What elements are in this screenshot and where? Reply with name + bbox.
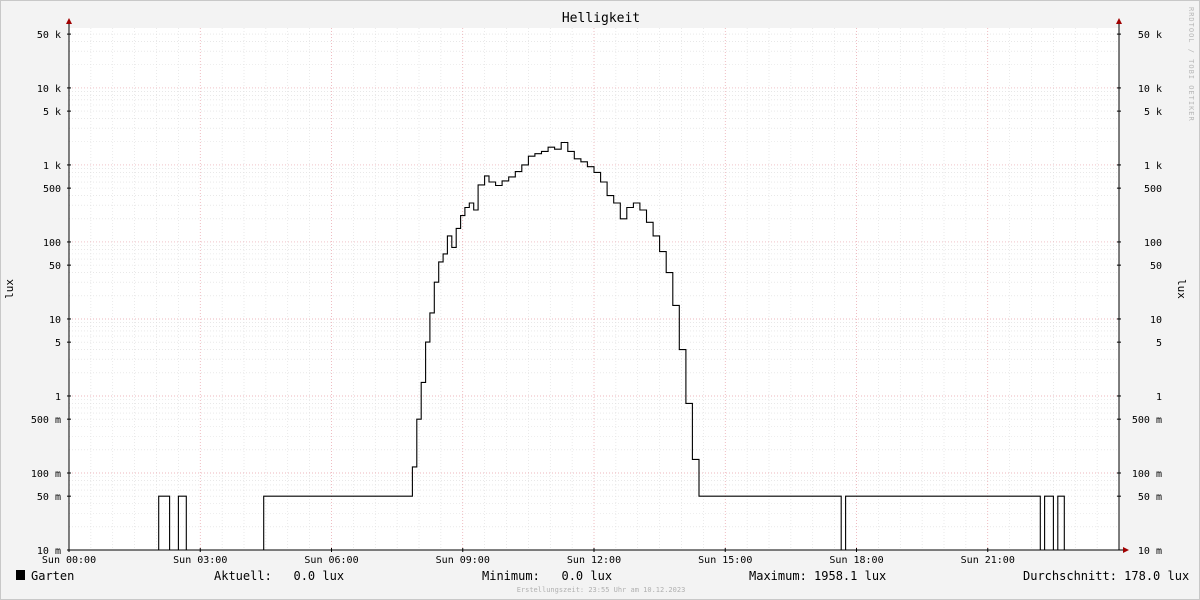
y-tick-label-right: 500 m bbox=[1132, 415, 1162, 426]
x-axis-arrow bbox=[1123, 547, 1129, 553]
creation-timestamp: Erstellungszeit: 23:55 Uhr am 10.12.2023 bbox=[516, 586, 686, 594]
y-tick-label-right: 50 m bbox=[1138, 492, 1162, 503]
y-tick-label-left: 50 k bbox=[37, 30, 61, 41]
x-tick-label: Sun 21:00 bbox=[961, 555, 1015, 566]
y-tick-label-right: 1 k bbox=[1144, 161, 1162, 172]
legend-swatch bbox=[16, 570, 25, 580]
x-tick-label: Sun 03:00 bbox=[173, 555, 227, 566]
y-tick-label-right: 100 m bbox=[1132, 469, 1162, 480]
y-tick-label-right: 500 bbox=[1144, 184, 1162, 195]
y-axis-arrow-left bbox=[66, 18, 72, 24]
y-tick-label-left: 5 k bbox=[43, 107, 61, 118]
x-tick-label: Sun 15:00 bbox=[698, 555, 752, 566]
y-tick-label-right: 5 k bbox=[1144, 107, 1162, 118]
y-tick-label-left: 100 m bbox=[31, 469, 61, 480]
y-tick-label-left: 500 bbox=[43, 184, 61, 195]
y-tick-label-right: 100 bbox=[1144, 238, 1162, 249]
y-tick-label-left: 100 bbox=[43, 238, 61, 249]
y-tick-label-right: 10 bbox=[1150, 315, 1162, 326]
legend-series-name: Garten bbox=[31, 569, 75, 583]
x-tick-label: Sun 18:00 bbox=[829, 555, 883, 566]
stat-maximum: Maximum: 1958.1 lux bbox=[749, 569, 887, 583]
y-tick-label-left: 50 bbox=[49, 261, 61, 272]
rrd-graph-frame: Helligkeit RRDTOOL / TOBI OETIKER lux lu… bbox=[0, 0, 1200, 600]
y-axis-arrow-right bbox=[1116, 18, 1122, 24]
x-tick-label: Sun 00:00 bbox=[42, 555, 96, 566]
y-tick-label-right: 10 k bbox=[1138, 84, 1162, 95]
y-tick-label-left: 500 m bbox=[31, 415, 61, 426]
y-tick-label-left: 10 k bbox=[37, 84, 61, 95]
y-tick-label-left: 50 m bbox=[37, 492, 61, 503]
y-tick-label-left: 5 bbox=[55, 338, 61, 349]
y-tick-label-right: 50 k bbox=[1138, 30, 1162, 41]
y-tick-label-left: 10 bbox=[49, 315, 61, 326]
stat-average: Durchschnitt: 178.0 lux bbox=[1023, 569, 1190, 583]
y-tick-label-right: 10 m bbox=[1138, 546, 1162, 557]
brightness-line-chart: 10 m 10 m50 m 50 m100 m 100 m500 m 500 m1 15 5… bbox=[31, 18, 1162, 566]
y-tick-label-right: 1 bbox=[1156, 392, 1162, 403]
x-tick-label: Sun 12:00 bbox=[567, 555, 621, 566]
y-tick-label-right: 5 bbox=[1156, 338, 1162, 349]
legend-row: Garten Aktuell: 0.0 lux Minimum: 0.0 lux… bbox=[1, 569, 1199, 585]
stat-minimum: Minimum: 0.0 lux bbox=[482, 569, 613, 583]
y-tick-label-left: 1 k bbox=[43, 161, 61, 172]
y-tick-label-right: 50 bbox=[1150, 261, 1162, 272]
stat-current: Aktuell: 0.0 lux bbox=[214, 569, 345, 583]
x-tick-label: Sun 09:00 bbox=[436, 555, 490, 566]
y-tick-label-left: 1 bbox=[55, 392, 61, 403]
x-tick-label: Sun 06:00 bbox=[304, 555, 358, 566]
